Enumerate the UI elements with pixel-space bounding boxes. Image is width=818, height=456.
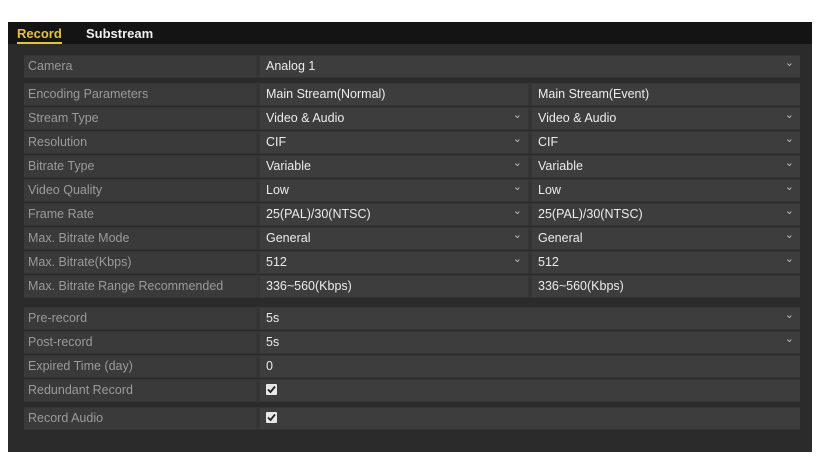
video-quality-normal-select[interactable]: Low (260, 177, 528, 201)
frame-rate-row: Frame Rate 25(PAL)/30(NTSC) 25(PAL)/30(N… (24, 201, 800, 226)
max-bitrate-mode-event-value: General (538, 231, 583, 245)
pre-record-value: 5s (266, 311, 280, 325)
camera-value: Analog 1 (266, 59, 316, 73)
stream-type-event-value: Video & Audio (538, 111, 617, 125)
stream-type-normal-value: Video & Audio (266, 111, 345, 125)
resolution-row: Resolution CIF CIF (24, 129, 800, 154)
max-bitrate-event-select[interactable]: 512 (532, 249, 800, 273)
post-record-value: 5s (266, 335, 280, 349)
max-bitrate-mode-normal-value: General (266, 231, 311, 245)
stream-type-label: Stream Type (24, 108, 256, 129)
main-stream-event-header: Main Stream(Event) (532, 84, 800, 105)
record-audio-checkbox[interactable] (266, 412, 277, 423)
frame-rate-label: Frame Rate (24, 204, 256, 225)
pre-record-label: Pre-record (24, 308, 256, 329)
expired-time-input[interactable]: 0 (260, 356, 800, 377)
encoding-row: Encoding Parameters Main Stream(Normal) … (24, 83, 800, 106)
max-bitrate-range-event-value: 336~560(Kbps) (532, 276, 800, 297)
video-quality-event-value: Low (538, 183, 561, 197)
max-bitrate-event-value: 512 (538, 255, 559, 269)
bitrate-type-event-select[interactable]: Variable (532, 153, 800, 177)
checkmark-icon (267, 385, 276, 394)
bitrate-type-event-value: Variable (538, 159, 583, 173)
expired-time-row: Expired Time (day) 0 (24, 355, 800, 378)
resolution-event-select[interactable]: CIF (532, 129, 800, 153)
tab-substream[interactable]: Substream (86, 26, 153, 41)
max-bitrate-mode-normal-select[interactable]: General (260, 225, 528, 249)
frame-rate-event-value: 25(PAL)/30(NTSC) (538, 207, 643, 221)
post-record-label: Post-record (24, 332, 256, 353)
bitrate-type-normal-value: Variable (266, 159, 311, 173)
max-bitrate-mode-label: Max. Bitrate Mode (24, 228, 256, 249)
max-bitrate-range-label: Max. Bitrate Range Recommended (24, 276, 258, 297)
max-bitrate-mode-row: Max. Bitrate Mode General General (24, 225, 800, 250)
frame-rate-event-select[interactable]: 25(PAL)/30(NTSC) (532, 201, 800, 225)
tab-bar: Record Substream (8, 22, 812, 44)
redundant-record-row: Redundant Record (24, 379, 800, 402)
pre-record-select[interactable]: 5s (260, 305, 800, 329)
stream-type-event-select[interactable]: Video & Audio (532, 105, 800, 129)
video-quality-row: Video Quality Low Low (24, 177, 800, 202)
redundant-record-checkbox[interactable] (266, 384, 277, 395)
bitrate-type-label: Bitrate Type (24, 156, 256, 177)
resolution-event-value: CIF (538, 135, 559, 149)
record-audio-field (260, 408, 800, 429)
checkmark-icon (267, 413, 276, 422)
video-quality-label: Video Quality (24, 180, 256, 201)
encoding-label: Encoding Parameters (24, 84, 256, 105)
post-record-row: Post-record 5s (24, 329, 800, 354)
camera-select[interactable]: Analog 1 (260, 53, 800, 77)
max-bitrate-normal-select[interactable]: 512 (260, 249, 528, 273)
bitrate-type-normal-select[interactable]: Variable (260, 153, 528, 177)
redundant-record-field (260, 380, 800, 401)
tab-record[interactable]: Record (17, 26, 62, 44)
max-bitrate-normal-value: 512 (266, 255, 287, 269)
max-bitrate-range-row: Max. Bitrate Range Recommended 336~560(K… (24, 275, 800, 298)
camera-label: Camera (24, 56, 256, 77)
video-quality-event-select[interactable]: Low (532, 177, 800, 201)
expired-time-value: 0 (266, 359, 273, 373)
expired-time-label: Expired Time (day) (24, 356, 256, 377)
camera-row: Camera Analog 1 (24, 53, 800, 78)
post-record-select[interactable]: 5s (260, 329, 800, 353)
redundant-record-label: Redundant Record (24, 380, 256, 401)
record-audio-label: Record Audio (24, 408, 256, 429)
stream-type-normal-select[interactable]: Video & Audio (260, 105, 528, 129)
frame-rate-normal-select[interactable]: 25(PAL)/30(NTSC) (260, 201, 528, 225)
max-bitrate-range-normal-value: 336~560(Kbps) (260, 276, 528, 297)
max-bitrate-label: Max. Bitrate(Kbps) (24, 252, 256, 273)
resolution-normal-value: CIF (266, 135, 287, 149)
max-bitrate-row: Max. Bitrate(Kbps) 512 512 (24, 249, 800, 274)
frame-rate-normal-value: 25(PAL)/30(NTSC) (266, 207, 371, 221)
video-quality-normal-value: Low (266, 183, 289, 197)
record-audio-row: Record Audio (24, 407, 800, 430)
record-settings-window: Record Substream Camera Analog 1 Encodin… (8, 22, 812, 452)
pre-record-row: Pre-record 5s (24, 305, 800, 330)
resolution-normal-select[interactable]: CIF (260, 129, 528, 153)
stream-type-row: Stream Type Video & Audio Video & Audio (24, 105, 800, 130)
bitrate-type-row: Bitrate Type Variable Variable (24, 153, 800, 178)
max-bitrate-mode-event-select[interactable]: General (532, 225, 800, 249)
resolution-label: Resolution (24, 132, 256, 153)
main-stream-normal-header: Main Stream(Normal) (260, 84, 528, 105)
